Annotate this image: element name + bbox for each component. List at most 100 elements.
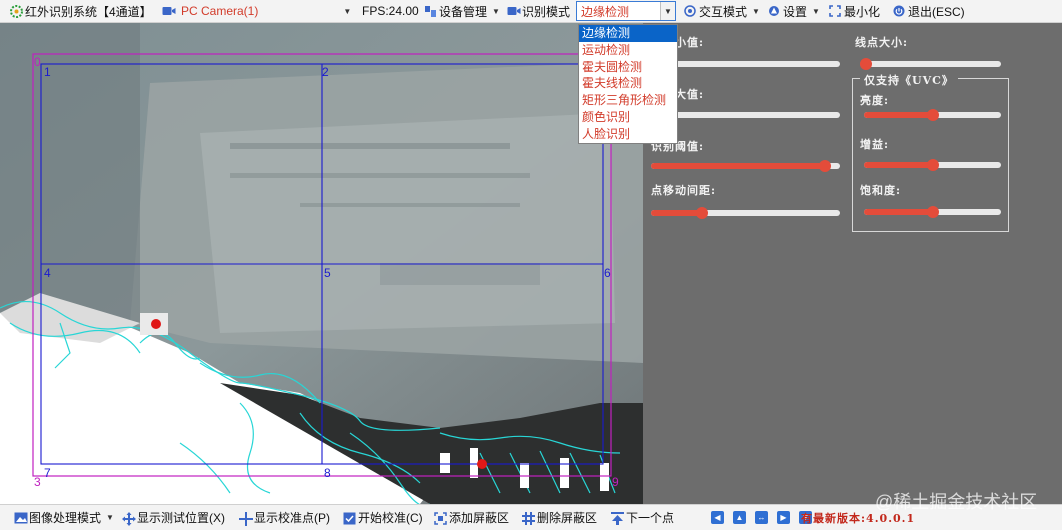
arrow-left-right-icon[interactable]: ↔ [755,511,768,524]
chevron-down-icon: ▼ [752,6,760,16]
settings-label: 设置 [783,4,808,19]
add-mask-area-label: 添加屏蔽区 [449,511,510,525]
gear-icon [768,5,780,17]
minimize-button[interactable]: 最小化 [829,0,880,22]
fps-text: FPS:24.00 [362,4,419,18]
uvc-group-title: 仅支持《UVC》 [860,72,958,88]
grid-label-0: 0 [34,55,41,69]
power-icon [893,5,905,17]
move-icon [122,511,136,526]
camera-name: PC Camera(1) [181,4,259,18]
mode-option[interactable]: 运动检测 [579,42,677,59]
remove-mask-area-button[interactable]: 删除屏蔽区 [522,505,597,530]
next-point-icon [611,511,624,525]
saturation-slider[interactable] [864,206,1001,218]
interaction-mode-menu[interactable]: 交互模式 ▼ [684,0,760,22]
interaction-mode-label: 交互模式 [699,4,748,19]
saturation-label: 饱和度: [860,184,902,197]
mode-option[interactable]: 霍夫线检测 [579,75,677,92]
gain-slider[interactable] [864,159,1001,171]
recognition-mode-label: 识别模式 [522,4,571,19]
mode-option[interactable]: 霍夫圆检测 [579,59,677,76]
show-test-position-label: 显示测试位置(X) [137,511,225,525]
fullscreen-icon [829,5,841,17]
chevron-down-icon: ▼ [812,6,820,16]
arrow-left-icon[interactable]: ◀ [711,511,724,524]
app-title-text: 红外识别系统【4通道】 [25,4,152,19]
show-calibration-points-label: 显示校准点(P) [254,511,330,525]
device-icon [424,5,436,17]
point-max-slider[interactable] [651,109,840,121]
mask-area-icon [434,511,447,525]
grid-label-5: 5 [324,266,331,280]
settings-menu[interactable]: 设置 ▼ [768,0,820,22]
image-processing-mode-menu[interactable]: 图像处理模式 ▼ [14,505,114,530]
slider-handle[interactable] [860,58,872,70]
add-mask-area-button[interactable]: 添加屏蔽区 [434,505,509,530]
start-calibration-button[interactable]: 开始校准(C) [343,505,423,530]
move-distance-label: 点移动间距: [651,184,717,197]
exit-label: 退出(ESC) [908,4,965,19]
fps-readout: FPS:24.00 [362,0,419,22]
navigation-buttons: ◀ ▲ ↔ ▶ ▼ [711,505,812,530]
grid-label-7: 7 [44,466,51,480]
calibration-icon [343,512,356,524]
move-distance-slider[interactable] [651,207,840,219]
image-icon [14,512,28,524]
slider-handle[interactable] [818,160,831,172]
line-point-size-slider[interactable] [860,58,1001,70]
chevron-down-icon: ▼ [343,6,352,16]
mode-combobox-value: 边缘检测 [581,4,630,19]
exit-button[interactable]: 退出(ESC) [893,0,965,22]
test-point-marker [477,459,487,469]
grid-label-2: 2 [322,65,329,79]
mode-option[interactable]: 矩形三角形检测 [579,92,677,109]
arrow-up-icon[interactable]: ▲ [733,511,746,524]
recognition-mode-menu[interactable]: 识别模式 [507,0,570,22]
mode-option[interactable]: 人脸识别 [579,126,677,143]
target-icon [684,5,696,17]
app-title: 红外识别系统【4通道】 [10,0,152,22]
mode-dropdown-list[interactable]: 边缘检测 运动检测 霍夫圆检测 霍夫线检测 矩形三角形检测 颜色识别 人脸识别 [578,24,678,144]
device-management-menu[interactable]: 设备管理 ▼ [424,0,500,22]
mode-combobox[interactable]: 边缘检测 ▼ [576,1,676,21]
mode-option[interactable]: 边缘检测 [579,25,677,42]
slider-handle[interactable] [926,206,939,218]
chevron-down-icon[interactable]: ▼ [660,2,675,20]
grid-icon [522,511,535,525]
next-point-label: 下一个点 [626,511,675,525]
show-calibration-points-button[interactable]: 显示校准点(P) [239,505,330,530]
top-toolbar: 红外识别系统【4通道】 PC Camera(1) ▼ FPS:24.00 设备管… [0,0,1062,23]
slider-handle[interactable] [696,207,709,219]
recognition-threshold-slider[interactable] [651,160,840,172]
app-logo-icon [10,5,23,18]
show-test-position-button[interactable]: 显示测试位置(X) [122,505,225,530]
grid-label-3: 3 [34,475,41,489]
chevron-down-icon: ▼ [492,6,500,16]
slider-handle[interactable] [926,109,939,121]
brightness-slider[interactable] [864,109,1001,121]
camera-icon [507,5,521,17]
grid-label-9: 9 [612,475,619,489]
watermark: @稀土掘金技术社区 [875,492,1038,512]
camera-selector[interactable]: PC Camera(1) ▼ [162,0,351,22]
start-calibration-label: 开始校准(C) [358,511,423,525]
camera-icon [162,5,176,17]
device-management-label: 设备管理 [439,4,488,19]
mode-option[interactable]: 颜色识别 [579,109,677,126]
slider-handle[interactable] [926,159,939,171]
grid-label-1: 1 [44,65,51,79]
camera-video-view[interactable]: 0 1 2 3 4 5 6 7 8 9 [0,23,643,504]
arrow-right-icon[interactable]: ▶ [777,511,790,524]
brightness-label: 亮度: [860,94,890,107]
gain-label: 增益: [860,138,890,151]
grid-label-8: 8 [324,466,331,480]
grid-label-4: 4 [44,266,51,280]
point-min-slider[interactable] [651,58,840,70]
crosshair-icon [239,511,253,526]
image-processing-mode-label: 图像处理模式 [29,511,102,525]
chevron-down-icon: ▼ [106,513,114,522]
test-point-marker [151,319,161,329]
next-point-button[interactable]: 下一个点 [611,505,674,530]
grid-label-6: 6 [604,266,611,280]
